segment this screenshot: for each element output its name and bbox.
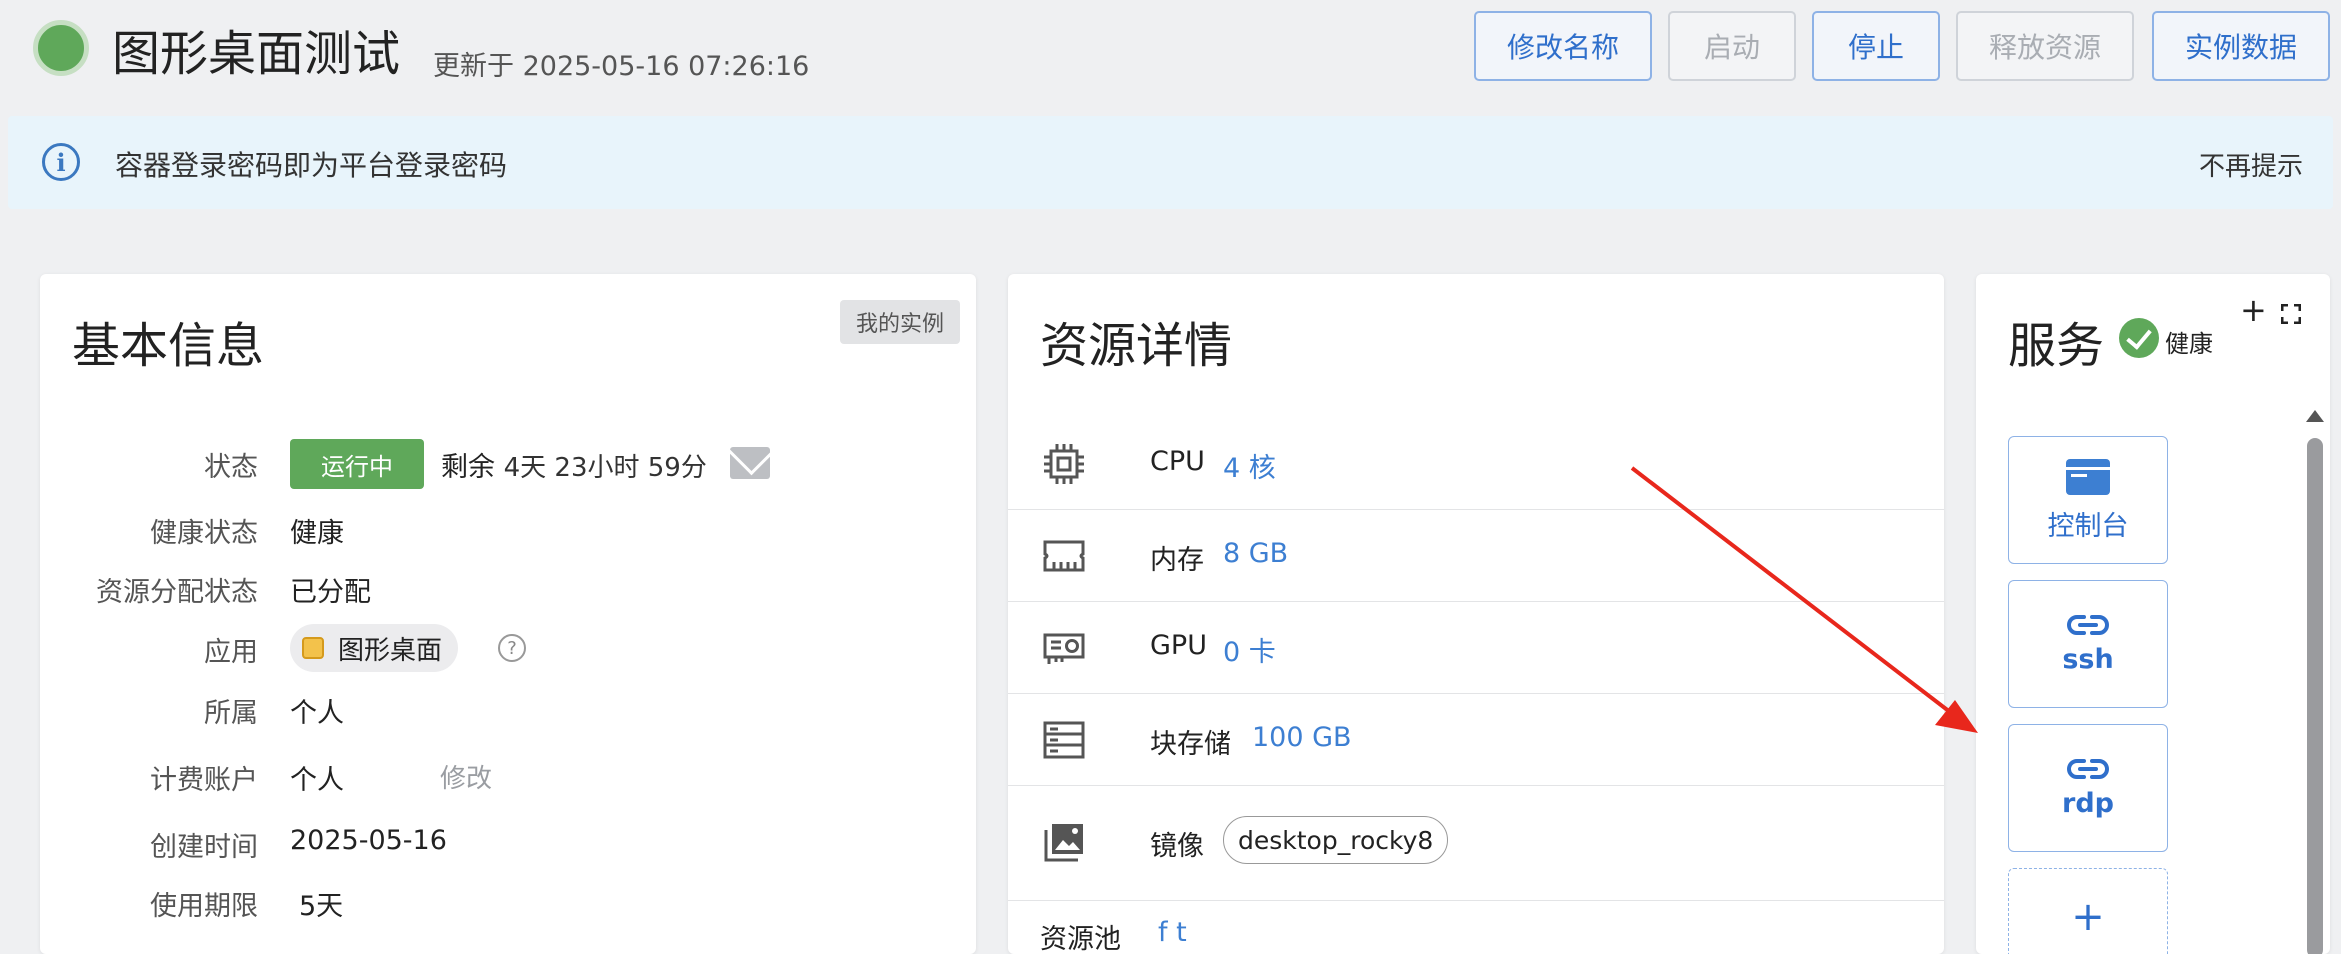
gpu-icon xyxy=(1043,633,1085,664)
allocation-row: 资源分配状态 已分配 xyxy=(40,564,976,614)
health-value: 健康 xyxy=(290,518,344,549)
created-value: 2025-05-16 xyxy=(290,825,447,856)
image-icon xyxy=(1044,824,1083,862)
period-label: 使用期限 xyxy=(150,891,258,922)
add-service-icon[interactable]: + xyxy=(2240,294,2267,326)
resource-row-pool: 资源池 f t xyxy=(1008,901,1944,954)
mail-icon[interactable] xyxy=(730,447,770,479)
resources-title: 资源详情 xyxy=(1040,318,1233,374)
resource-row-cpu: CPU 4 核 xyxy=(1008,418,1944,510)
storage-value: 100 GB xyxy=(1252,722,1352,753)
period-row: 使用期限 5天 xyxy=(40,878,976,928)
period-value: 5天 xyxy=(299,891,344,922)
memory-label: 内存 xyxy=(1150,545,1204,576)
cpu-value: 4 核 xyxy=(1223,453,1276,484)
owner-value: 个人 xyxy=(290,698,344,729)
notice-banner: i 容器登录密码即为平台登录密码 不再提示 xyxy=(8,116,2333,209)
gpu-value: 0 卡 xyxy=(1223,637,1276,668)
health-check-icon xyxy=(2119,318,2159,358)
basic-info-title: 基本信息 xyxy=(72,318,265,374)
remaining-prefix: 剩余 xyxy=(441,452,495,483)
instance-data-button[interactable]: 实例数据 xyxy=(2152,11,2330,81)
created-row: 创建时间 2025-05-16 xyxy=(40,819,976,869)
pool-label: 资源池 xyxy=(1040,924,1121,954)
service-tile-console[interactable]: 控制台 xyxy=(2008,436,2168,564)
owner-label: 所属 xyxy=(204,698,258,729)
services-title: 服务 xyxy=(2008,318,2105,374)
service-tile-rdp[interactable]: rdp xyxy=(2008,724,2168,852)
page-header: 图形桌面测试 更新于 2025-05-16 07:26:16 修改名称 启动 停… xyxy=(0,0,2341,100)
storage-icon xyxy=(1043,721,1085,759)
pool-value[interactable]: f t xyxy=(1158,917,1187,948)
image-label: 镜像 xyxy=(1150,831,1204,862)
billing-row: 计费账户 个人 修改 xyxy=(40,752,976,802)
gpu-label: GPU xyxy=(1150,630,1207,661)
basic-info-card: 基本信息 我的实例 状态 运行中 剩余 4天 23小时 59分 健康状态 健康 … xyxy=(40,274,976,954)
add-service-tile[interactable]: + xyxy=(2008,868,2168,954)
remaining-value: 4天 23小时 59分 xyxy=(503,453,707,483)
cpu-label: CPU xyxy=(1150,446,1205,477)
resources-card: 资源详情 CPU 4 核 内存 8 GB GPU 0 卡 块存储 100 GB … xyxy=(1008,274,1944,954)
help-icon[interactable]: ? xyxy=(498,634,526,662)
allocation-label: 资源分配状态 xyxy=(96,577,258,608)
resource-row-memory: 内存 8 GB xyxy=(1008,510,1944,602)
memory-icon xyxy=(1043,540,1085,572)
start-button[interactable]: 启动 xyxy=(1668,11,1796,81)
remaining-time: 剩余 4天 23小时 59分 xyxy=(441,445,707,484)
resource-row-gpu: GPU 0 卡 xyxy=(1008,602,1944,694)
status-row: 状态 运行中 剩余 4天 23小时 59分 xyxy=(40,439,976,489)
app-label: 应用 xyxy=(204,637,258,668)
allocation-value: 已分配 xyxy=(290,577,371,608)
image-chip[interactable]: desktop_rocky8 xyxy=(1223,816,1449,864)
cpu-icon xyxy=(1044,444,1084,484)
rename-button[interactable]: 修改名称 xyxy=(1474,11,1652,81)
health-label: 健康状态 xyxy=(150,518,258,549)
services-health-text: 健康 xyxy=(2165,330,2213,358)
service-tile-ssh[interactable]: ssh xyxy=(2008,580,2168,708)
updated-at: 更新于 2025-05-16 07:26:16 xyxy=(433,51,810,82)
edit-billing-link[interactable]: 修改 xyxy=(440,758,492,795)
plus-icon: + xyxy=(2071,894,2105,940)
link-icon xyxy=(2067,758,2109,779)
release-resources-button[interactable]: 释放资源 xyxy=(1956,11,2134,81)
notice-text: 容器登录密码即为平台登录密码 xyxy=(115,149,508,182)
app-chip[interactable]: 图形桌面 xyxy=(290,624,459,672)
page-title: 图形桌面测试 xyxy=(112,26,401,82)
memory-value: 8 GB xyxy=(1223,538,1289,569)
status-label: 状态 xyxy=(204,452,258,483)
resource-row-image: 镜像 desktop_rocky8 xyxy=(1008,786,1944,901)
status-badge: 运行中 xyxy=(290,439,424,489)
service-tile-label: rdp xyxy=(2062,787,2114,819)
billing-value: 个人 xyxy=(290,765,344,796)
my-instance-tag: 我的实例 xyxy=(839,300,960,344)
storage-label: 块存储 xyxy=(1150,729,1231,760)
app-icon xyxy=(302,637,324,659)
service-tile-label: ssh xyxy=(2062,643,2114,675)
link-icon xyxy=(2067,614,2109,635)
created-label: 创建时间 xyxy=(150,832,258,863)
scrollbar-thumb[interactable] xyxy=(2307,438,2323,954)
resource-row-storage: 块存储 100 GB xyxy=(1008,694,1944,786)
dismiss-notice-link[interactable]: 不再提示 xyxy=(2199,146,2303,183)
app-row: 应用 图形桌面 ? xyxy=(40,624,976,674)
scroll-up-arrow-icon[interactable] xyxy=(2306,410,2324,422)
info-icon: i xyxy=(42,143,80,181)
services-card: 服务 健康 + 控制台 ssh rdp + xyxy=(1976,274,2330,954)
owner-row: 所属 个人 xyxy=(40,685,976,735)
fullscreen-icon[interactable] xyxy=(2281,304,2301,324)
billing-label: 计费账户 xyxy=(150,765,258,796)
app-name: 图形桌面 xyxy=(338,635,443,666)
stop-button[interactable]: 停止 xyxy=(1812,11,1940,81)
console-icon xyxy=(2066,458,2110,495)
health-row: 健康状态 健康 xyxy=(40,505,976,555)
service-tile-label: 控制台 xyxy=(2047,510,2129,542)
status-indicator-icon xyxy=(33,20,89,76)
